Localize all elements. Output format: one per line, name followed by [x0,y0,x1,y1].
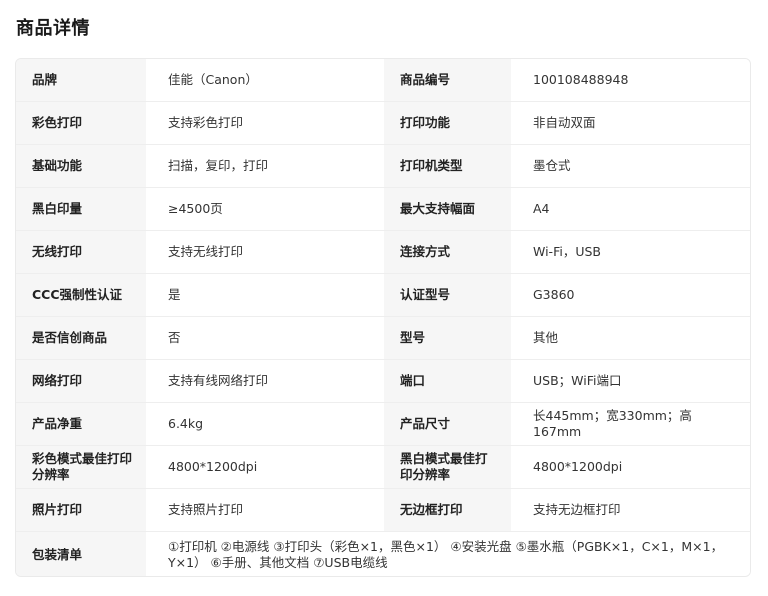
table-row: 彩色打印 支持彩色打印 打印功能 非自动双面 [16,102,750,145]
spec-key: 网络打印 [16,360,146,402]
table-row: CCC强制性认证 是 认证型号 G3860 [16,274,750,317]
spec-key: 无线打印 [16,231,146,273]
spec-key: 基础功能 [16,145,146,187]
spec-value: 墨仓式 [511,145,750,187]
spec-value: 非自动双面 [511,102,750,144]
spec-key: 黑白印量 [16,188,146,230]
spec-key: 认证型号 [384,274,511,316]
table-row: 品牌 佳能（Canon） 商品编号 100108488948 [16,59,750,102]
spec-key: 包装清单 [16,532,146,576]
table-row: 是否信创商品 否 型号 其他 [16,317,750,360]
spec-key: 打印功能 [384,102,511,144]
spec-value: 支持无线打印 [146,231,384,273]
spec-key: 品牌 [16,59,146,101]
spec-key: 连接方式 [384,231,511,273]
spec-value: ①打印机 ②电源线 ③打印头（彩色×1，黑色×1） ④安装光盘 ⑤墨水瓶（PGB… [146,532,750,576]
spec-value: 佳能（Canon） [146,59,384,101]
spec-value: 是 [146,274,384,316]
page-title: 商品详情 [16,18,90,39]
spec-value: 支持照片打印 [146,489,384,531]
spec-value: G3860 [511,274,750,316]
spec-value: 4800*1200dpi [146,446,384,488]
table-row: 无线打印 支持无线打印 连接方式 Wi-Fi，USB [16,231,750,274]
spec-key: 产品尺寸 [384,403,511,445]
spec-key: 打印机类型 [384,145,511,187]
spec-value: 长445mm；宽330mm；高167mm [511,403,750,445]
spec-key: 照片打印 [16,489,146,531]
spec-value: A4 [511,188,750,230]
spec-key: 端口 [384,360,511,402]
spec-value: 6.4kg [146,403,384,445]
spec-table: 品牌 佳能（Canon） 商品编号 100108488948 彩色打印 支持彩色… [15,58,751,577]
spec-value: ≥4500页 [146,188,384,230]
spec-key: 彩色模式最佳打印分辨率 [16,446,146,488]
table-row: 彩色模式最佳打印分辨率 4800*1200dpi 黑白模式最佳打印分辨率 480… [16,446,750,489]
spec-value: 否 [146,317,384,359]
spec-value: 100108488948 [511,59,750,101]
spec-key: 最大支持幅面 [384,188,511,230]
spec-key: 彩色打印 [16,102,146,144]
spec-key: 无边框打印 [384,489,511,531]
spec-key: 型号 [384,317,511,359]
spec-value: Wi-Fi，USB [511,231,750,273]
spec-key: CCC强制性认证 [16,274,146,316]
spec-value: USB；WiFi端口 [511,360,750,402]
spec-key: 黑白模式最佳打印分辨率 [384,446,511,488]
table-row: 照片打印 支持照片打印 无边框打印 支持无边框打印 [16,489,750,532]
spec-key: 是否信创商品 [16,317,146,359]
spec-key: 产品净重 [16,403,146,445]
spec-value: 支持无边框打印 [511,489,750,531]
spec-key: 商品编号 [384,59,511,101]
spec-value: 扫描，复印，打印 [146,145,384,187]
spec-value: 其他 [511,317,750,359]
table-row: 黑白印量 ≥4500页 最大支持幅面 A4 [16,188,750,231]
spec-value: 支持彩色打印 [146,102,384,144]
spec-value: 支持有线网络打印 [146,360,384,402]
spec-value: 4800*1200dpi [511,446,750,488]
table-row: 基础功能 扫描，复印，打印 打印机类型 墨仓式 [16,145,750,188]
table-row: 产品净重 6.4kg 产品尺寸 长445mm；宽330mm；高167mm [16,403,750,446]
table-row: 网络打印 支持有线网络打印 端口 USB；WiFi端口 [16,360,750,403]
table-row-package: 包装清单 ①打印机 ②电源线 ③打印头（彩色×1，黑色×1） ④安装光盘 ⑤墨水… [16,532,750,576]
